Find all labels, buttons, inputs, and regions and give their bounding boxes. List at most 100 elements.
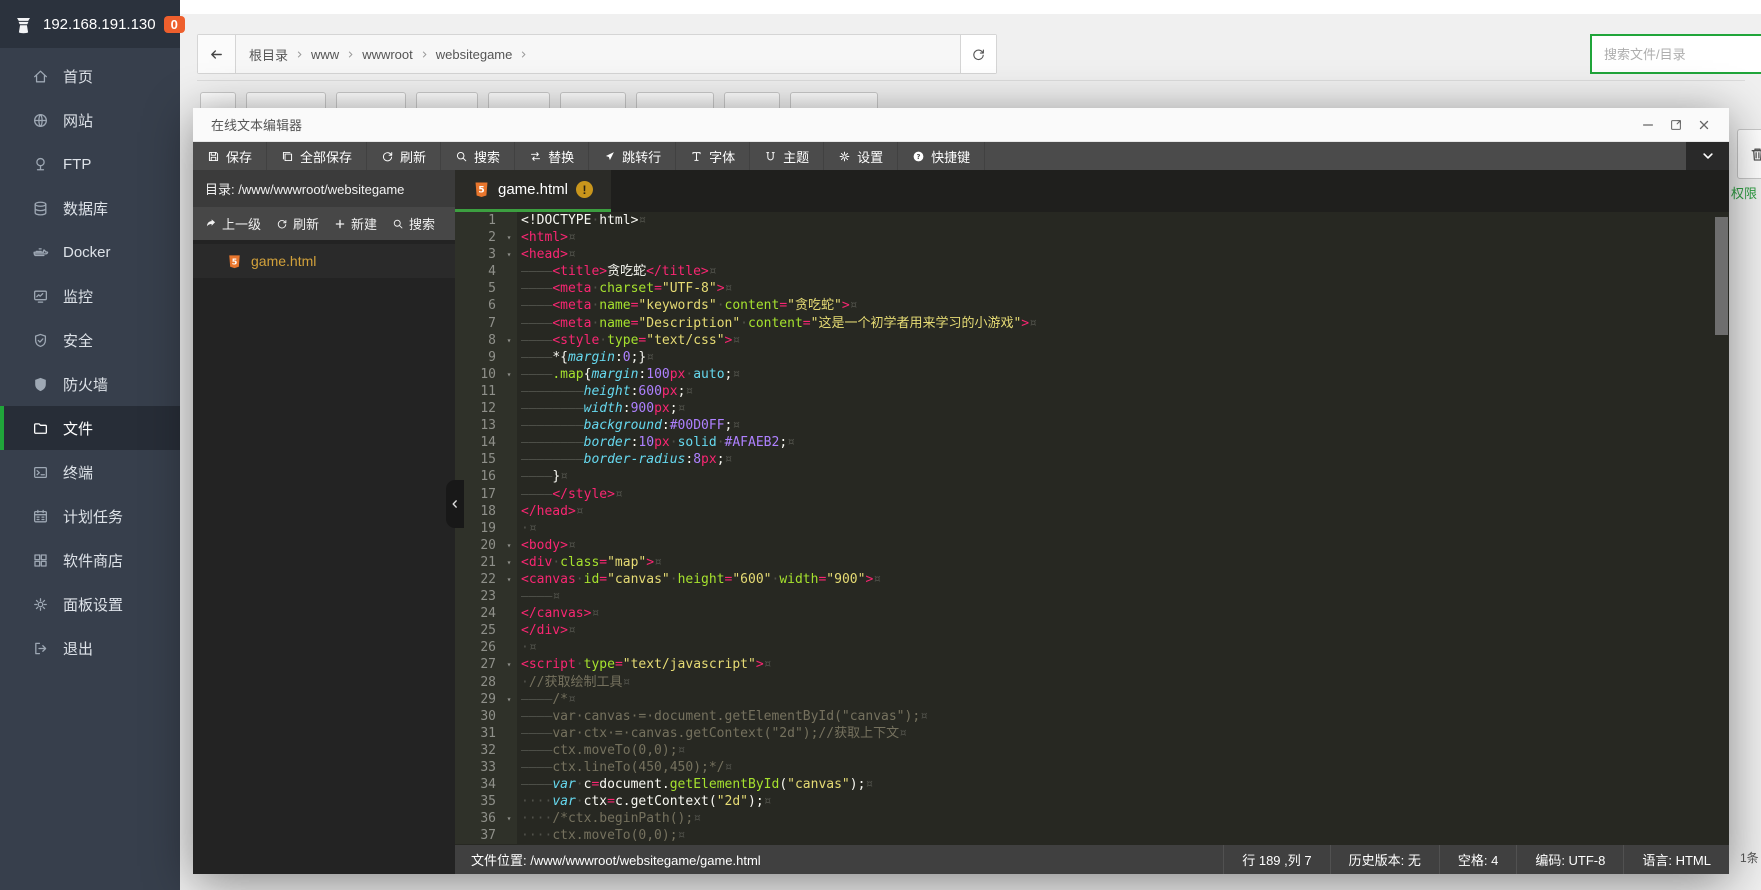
- code-line[interactable]: 21▾<div·class="map">¤: [455, 554, 1729, 571]
- code-line[interactable]: 17————</style>¤: [455, 486, 1729, 503]
- tree-up-button[interactable]: 上一级: [205, 214, 261, 233]
- code-line[interactable]: 20▾<body>¤: [455, 537, 1729, 554]
- code-line[interactable]: 1<!DOCTYPE·html>¤: [455, 212, 1729, 229]
- code-line[interactable]: 37····ctx.moveTo(0,0);¤: [455, 827, 1729, 844]
- status-cell[interactable]: 空格: 4: [1439, 845, 1516, 874]
- fold-arrow[interactable]: ▾: [501, 537, 517, 554]
- code-line[interactable]: 28·//获取绘制工具¤: [455, 674, 1729, 691]
- code-line[interactable]: 34————var·c=document.getElementById("can…: [455, 776, 1729, 793]
- code-line[interactable]: 24</canvas>¤: [455, 605, 1729, 622]
- sidebar-item-cron[interactable]: 计划任务: [0, 494, 180, 538]
- chevron-down-icon[interactable]: [1686, 142, 1729, 170]
- file-search-input[interactable]: [1592, 36, 1761, 72]
- sidebar-item-terminal[interactable]: 终端: [0, 450, 180, 494]
- sidebar-item-appstore[interactable]: 软件商店: [0, 538, 180, 582]
- toolbar-gear-button[interactable]: 设置: [824, 142, 898, 170]
- code-line[interactable]: 11————————height:600px;¤: [455, 383, 1729, 400]
- code-line[interactable]: 12————————width:900px;¤: [455, 400, 1729, 417]
- code-line[interactable]: 13————————background:#00D0FF;¤: [455, 417, 1729, 434]
- code-line[interactable]: 23————¤: [455, 588, 1729, 605]
- tree-file-item[interactable]: 5game.html: [193, 244, 455, 278]
- code-line[interactable]: 27▾<script·type="text/javascript">¤: [455, 656, 1729, 673]
- code-line[interactable]: 4————<title>贪吃蛇</title>¤: [455, 263, 1729, 280]
- fold-arrow[interactable]: ▾: [501, 691, 517, 708]
- collapse-tree-handle[interactable]: [446, 480, 464, 528]
- status-cell[interactable]: 行 189 ,列 7: [1223, 845, 1329, 874]
- fold-arrow[interactable]: ▾: [501, 332, 517, 349]
- minimize-icon[interactable]: [1641, 118, 1655, 132]
- code-line[interactable]: 29▾————/*¤: [455, 691, 1729, 708]
- code-line[interactable]: 5————<meta·charset="UTF-8">¤: [455, 280, 1729, 297]
- tab-game-html[interactable]: 5 game.html !: [455, 170, 611, 212]
- fold-arrow[interactable]: ▾: [501, 554, 517, 571]
- recycle-bin-button[interactable]: [1737, 129, 1761, 179]
- fold-arrow[interactable]: ▾: [501, 366, 517, 383]
- code-editor[interactable]: 1<!DOCTYPE·html>¤2▾<html>¤3▾<head>¤4————…: [455, 212, 1729, 845]
- code-line[interactable]: 19·¤: [455, 520, 1729, 537]
- code-line[interactable]: 7————<meta·name="Description"·content="这…: [455, 315, 1729, 332]
- fold-arrow[interactable]: ▾: [501, 229, 517, 246]
- breadcrumb-segment[interactable]: 根目录: [246, 45, 291, 64]
- fold-arrow[interactable]: ▾: [501, 810, 517, 827]
- toolbar-saveall-button[interactable]: 全部保存: [267, 142, 367, 170]
- sidebar-item-firewall[interactable]: 防火墙: [0, 362, 180, 406]
- sidebar-item-monitor[interactable]: 监控: [0, 274, 180, 318]
- panel-logo[interactable]: 192.168.191.130 0: [0, 0, 180, 48]
- toolbar-replace-button[interactable]: 替换: [515, 142, 589, 170]
- toolbar-theme-button[interactable]: 主题: [750, 142, 824, 170]
- message-count-badge[interactable]: 0: [164, 16, 185, 33]
- breadcrumb-segment[interactable]: www: [308, 47, 342, 62]
- code-line[interactable]: 22▾<canvas·id="canvas"·height="600"·widt…: [455, 571, 1729, 588]
- tree-plus-button[interactable]: 新建: [334, 214, 377, 233]
- code-line[interactable]: 3▾<head>¤: [455, 246, 1729, 263]
- code-line[interactable]: 15————————border-radius:8px;¤: [455, 451, 1729, 468]
- sidebar-item-docker[interactable]: Docker: [0, 230, 180, 274]
- code-line[interactable]: 26·¤: [455, 639, 1729, 656]
- code-line[interactable]: 10▾————.map{margin:100px·auto;¤: [455, 366, 1729, 383]
- close-icon[interactable]: [1697, 118, 1711, 132]
- breadcrumb-segment[interactable]: websitegame: [433, 47, 516, 62]
- status-cell[interactable]: 历史版本: 无: [1330, 845, 1439, 874]
- code-line[interactable]: 35····var·ctx=c.getContext("2d");¤: [455, 793, 1729, 810]
- sidebar-item-ftp[interactable]: FTP: [0, 142, 180, 186]
- toolbar-goto-button[interactable]: 跳转行: [589, 142, 676, 170]
- code-line[interactable]: 16————}¤: [455, 468, 1729, 485]
- code-line[interactable]: 30————var·canvas·=·document.getElementBy…: [455, 708, 1729, 725]
- toolbar-save-button[interactable]: 保存: [193, 142, 267, 170]
- code-line[interactable]: 25</div>¤: [455, 622, 1729, 639]
- status-cell[interactable]: 语言: HTML: [1623, 845, 1729, 874]
- fold-arrow[interactable]: ▾: [501, 656, 517, 673]
- toolbar-search-button[interactable]: 搜索: [441, 142, 515, 170]
- tree-search-button[interactable]: 搜索: [392, 214, 435, 233]
- code-line[interactable]: 2▾<html>¤: [455, 229, 1729, 246]
- sidebar-item-gear[interactable]: 面板设置: [0, 582, 180, 626]
- sidebar-item-logout[interactable]: 退出: [0, 626, 180, 670]
- code-line[interactable]: 9————*{margin:0;}¤: [455, 349, 1729, 366]
- code-line[interactable]: 8▾————<style·type="text/css">¤: [455, 332, 1729, 349]
- code-line[interactable]: 33————ctx.lineTo(450,450);*/¤: [455, 759, 1729, 776]
- breadcrumb-segment[interactable]: wwwroot: [359, 47, 416, 62]
- unsaved-warning-icon[interactable]: !: [576, 181, 593, 198]
- tree-refresh-button[interactable]: 刷新: [276, 214, 319, 233]
- editor-scrollbar[interactable]: [1715, 217, 1728, 335]
- sidebar-item-security[interactable]: 安全: [0, 318, 180, 362]
- fold-arrow[interactable]: ▾: [501, 571, 517, 588]
- code-line[interactable]: 14————————border:10px·solid·#AFAEB2;¤: [455, 434, 1729, 451]
- maximize-icon[interactable]: [1669, 118, 1683, 132]
- status-cell[interactable]: 编码: UTF-8: [1516, 845, 1623, 874]
- fold-arrow[interactable]: ▾: [501, 246, 517, 263]
- sidebar-item-files[interactable]: 文件: [0, 406, 180, 450]
- sidebar-item-database[interactable]: 数据库: [0, 186, 180, 230]
- code-line[interactable]: 32————ctx.moveTo(0,0);¤: [455, 742, 1729, 759]
- toolbar-font-button[interactable]: 字体: [676, 142, 750, 170]
- back-button[interactable]: [198, 35, 236, 73]
- refresh-path-button[interactable]: [960, 35, 996, 73]
- code-line[interactable]: 18</head>¤: [455, 503, 1729, 520]
- code-line[interactable]: 31————var·ctx·=·canvas.getContext("2d");…: [455, 725, 1729, 742]
- sidebar-item-home[interactable]: 首页: [0, 54, 180, 98]
- code-line[interactable]: 36▾····/*ctx.beginPath();¤: [455, 810, 1729, 827]
- toolbar-refresh-button[interactable]: 刷新: [367, 142, 441, 170]
- sidebar-item-site[interactable]: 网站: [0, 98, 180, 142]
- toolbar-help-button[interactable]: ?快捷键: [898, 142, 985, 170]
- code-line[interactable]: 6————<meta·name="keywords"·content="贪吃蛇"…: [455, 297, 1729, 314]
